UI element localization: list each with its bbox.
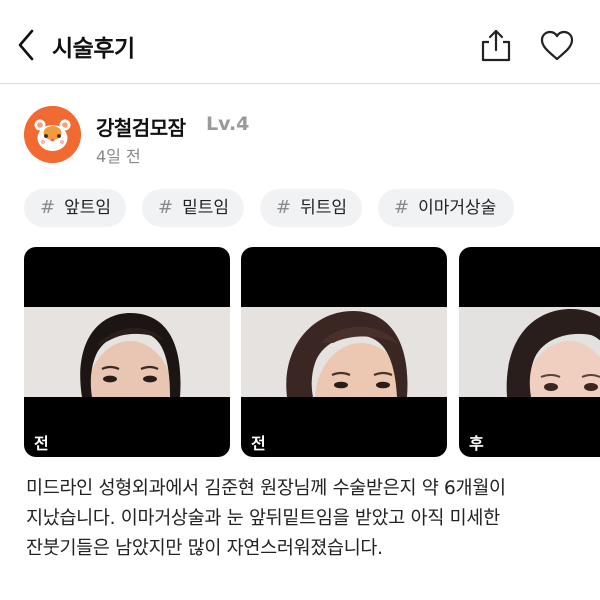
tag-chip[interactable]: # 뒤트임 <box>260 189 362 227</box>
photo-label: 후 <box>469 434 484 453</box>
after-photo[interactable]: 후 <box>459 247 600 457</box>
author-level-badge: Lv.4 <box>206 113 250 135</box>
tag-list: # 앞트임 # 밑트임 # 뒤트임 # 이마거상술 <box>24 189 600 227</box>
hash-icon: # <box>158 197 174 218</box>
before-photo-1[interactable]: 전 <box>24 247 230 457</box>
tag-label: 이마거상술 <box>418 198 497 218</box>
post-body-line: 미드라인 성형외과에서 김준현 원장님께 수술받은지 약 6개월이 <box>26 478 506 499</box>
tag-chip[interactable]: # 이마거상술 <box>378 189 514 227</box>
tag-label: 밑트임 <box>182 198 230 218</box>
tag-chip[interactable]: # 밑트임 <box>142 189 244 227</box>
hamster-avatar-icon <box>24 106 81 163</box>
hash-icon: # <box>276 197 292 218</box>
back-button[interactable] <box>14 28 42 62</box>
hash-icon: # <box>394 197 410 218</box>
face-image <box>459 307 600 397</box>
author-name[interactable]: 강철검모잠 <box>96 112 186 141</box>
like-button[interactable] <box>539 30 575 62</box>
author-avatar[interactable] <box>24 106 81 163</box>
post-body: 미드라인 성형외과에서 김준현 원장님께 수술받은지 약 6개월이 지났습니다.… <box>26 474 586 564</box>
tag-label: 앞트임 <box>64 198 112 218</box>
face-image <box>241 307 447 397</box>
post-body-line: 지났습니다. 이마거상술과 눈 앞뒤밑트임을 받았고 아직 미세한 <box>26 508 500 529</box>
tag-chip[interactable]: # 앞트임 <box>24 189 126 227</box>
heart-outline-icon <box>540 30 574 61</box>
page-title: 시술후기 <box>52 36 135 62</box>
before-photo-2[interactable]: 전 <box>241 247 447 457</box>
author-section: 강철검모잠 Lv.4 4일 전 <box>24 106 584 166</box>
face-image <box>24 307 230 397</box>
hash-icon: # <box>40 197 56 218</box>
share-button[interactable] <box>480 28 512 62</box>
share-icon <box>481 29 511 62</box>
photo-gallery[interactable]: 전 전 후 <box>0 247 600 457</box>
photo-label: 전 <box>34 434 49 453</box>
post-body-line: 잔붓기들은 남았지만 많이 자연스러워졌습니다. <box>26 538 383 559</box>
tag-label: 뒤트임 <box>300 198 348 218</box>
post-timestamp: 4일 전 <box>96 147 141 166</box>
top-app-bar: 시술후기 <box>0 0 600 84</box>
chevron-left-icon <box>18 29 34 61</box>
photo-label: 전 <box>251 434 266 453</box>
